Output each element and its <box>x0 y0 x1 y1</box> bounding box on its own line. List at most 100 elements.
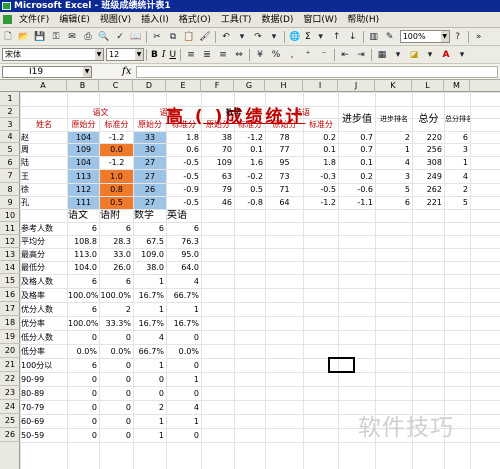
math-std[interactable]: 0.5 <box>235 184 265 196</box>
math-sub-std[interactable]: 1.8 <box>167 132 201 143</box>
total-score[interactable]: 220 <box>413 132 444 143</box>
chart-wizard-icon[interactable]: ▥ <box>367 30 381 44</box>
new-file-icon[interactable]: 🗋 <box>1 30 15 44</box>
row-header-5[interactable]: 5 <box>0 143 20 156</box>
stats-value[interactable]: 6 <box>68 275 99 288</box>
menu-edit[interactable]: 编辑(E) <box>54 12 95 27</box>
stats-label[interactable]: 80-89 <box>21 387 67 400</box>
progress-rank[interactable]: 5 <box>376 184 412 196</box>
row-header-3[interactable]: 3 <box>0 118 20 131</box>
progress-rank[interactable]: 2 <box>376 132 412 143</box>
stats-value[interactable]: 33.3% <box>100 317 133 330</box>
stats-value[interactable]: 64.0 <box>167 262 201 274</box>
math-sub-std[interactable]: -0.5 <box>167 170 201 183</box>
stats-value[interactable]: 104.0 <box>68 262 99 274</box>
row-header-2[interactable]: 2 <box>0 106 20 118</box>
menu-insert[interactable]: 插入(I) <box>136 12 174 27</box>
total-rank[interactable]: 1 <box>445 157 470 169</box>
borders-icon[interactable]: ▦ <box>375 48 389 62</box>
progress-value[interactable]: 0.2 <box>339 170 375 183</box>
english-std[interactable]: 1.8 <box>304 157 338 169</box>
stats-value[interactable]: 0 <box>68 415 99 428</box>
zoom-select[interactable]: 100% ▼ <box>399 30 450 43</box>
stats-label[interactable]: 90-99 <box>21 373 67 386</box>
english-std[interactable]: -0.5 <box>304 184 338 196</box>
stats-label[interactable]: 最低分 <box>21 262 67 274</box>
spelling-icon[interactable]: ✓ <box>113 30 127 44</box>
stats-value[interactable]: 4 <box>134 331 166 344</box>
stats-value[interactable]: 1 <box>167 373 201 386</box>
italic-button[interactable]: I <box>160 48 168 62</box>
chinese-std[interactable]: 0.8 <box>100 184 133 196</box>
header-raw-score[interactable]: 原始分 <box>68 119 99 131</box>
stats-label[interactable]: 70-79 <box>21 401 67 414</box>
column-header-H[interactable]: H <box>265 80 303 92</box>
stats-label[interactable]: 平均分 <box>21 236 67 248</box>
function-icon[interactable]: fx <box>122 66 131 77</box>
english-raw[interactable]: 95 <box>266 157 303 169</box>
stats-label[interactable]: 60-69 <box>21 415 67 428</box>
subject-header-chinese[interactable]: 语文 <box>68 107 133 118</box>
bold-button[interactable]: B <box>149 48 160 62</box>
column-header-D[interactable]: D <box>133 80 166 92</box>
stats-label[interactable]: 及格人数 <box>21 275 67 288</box>
english-raw[interactable]: 78 <box>266 132 303 143</box>
copy-icon[interactable]: ⧉ <box>166 30 180 44</box>
stats-value[interactable]: 6 <box>68 223 99 235</box>
stats-value[interactable]: 0 <box>68 331 99 344</box>
header-std-score[interactable]: 标准分 <box>167 119 201 131</box>
dropdown-arrow-icon[interactable]: ▾ <box>423 48 437 62</box>
column-header-K[interactable]: K <box>375 80 412 92</box>
stats-value[interactable]: 76.3 <box>167 236 201 248</box>
print-icon[interactable]: ⎙ <box>81 30 95 44</box>
stats-value[interactable]: 4 <box>167 275 201 288</box>
stats-value[interactable]: 4 <box>167 401 201 414</box>
header-std-score[interactable]: 标准分 <box>100 119 133 131</box>
row-header-7[interactable]: 7 <box>0 169 20 183</box>
currency-icon[interactable]: ¥ <box>253 48 267 62</box>
progress-rank[interactable]: 6 <box>376 197 412 209</box>
header-raw-score[interactable]: 原始分 <box>202 119 234 131</box>
stats-value[interactable]: 100.0% <box>68 317 99 330</box>
stats-header[interactable]: 英语 <box>167 210 201 222</box>
math-raw[interactable]: 63 <box>202 170 234 183</box>
total-score[interactable]: 308 <box>413 157 444 169</box>
decrease-decimal-icon[interactable]: ⁻ <box>317 48 331 62</box>
stats-value[interactable]: 16.7% <box>134 317 166 330</box>
stats-value[interactable]: 28.3 <box>100 236 133 248</box>
stats-value[interactable]: 1 <box>134 415 166 428</box>
sort-ascending-icon[interactable]: ↑ <box>330 30 344 44</box>
stats-value[interactable]: 16.7% <box>167 317 201 330</box>
total-rank[interactable]: 6 <box>445 132 470 143</box>
stats-value[interactable]: 0 <box>167 331 201 344</box>
row-header-22[interactable]: 22 <box>0 372 20 386</box>
total-score[interactable]: 249 <box>413 170 444 183</box>
active-cell-selection[interactable] <box>328 357 355 373</box>
student-name[interactable]: 周 <box>21 144 67 156</box>
chinese-std[interactable]: -1.2 <box>100 157 133 169</box>
underline-button[interactable]: U <box>167 48 178 62</box>
row-header-13[interactable]: 13 <box>0 248 20 261</box>
math-std[interactable]: -0.2 <box>235 170 265 183</box>
row-header-16[interactable]: 16 <box>0 288 20 302</box>
row-header-25[interactable]: 25 <box>0 414 20 428</box>
stats-value[interactable]: 0 <box>167 359 201 372</box>
stats-value[interactable]: 1 <box>134 429 166 442</box>
math-raw[interactable]: 70 <box>202 144 234 156</box>
header-name[interactable]: 姓名 <box>21 119 67 131</box>
format-painter-icon[interactable]: 🖌 <box>198 30 212 44</box>
header-progress[interactable]: 进步值 <box>339 107 375 132</box>
print-preview-icon[interactable]: 🔍 <box>97 30 111 44</box>
progress-value[interactable]: 0.7 <box>339 144 375 156</box>
english-std[interactable]: -0.3 <box>304 170 338 183</box>
permission-icon[interactable]: ⚿ <box>49 30 63 44</box>
stats-value[interactable]: 0 <box>68 387 99 400</box>
math-sub-std[interactable]: -0.5 <box>167 197 201 209</box>
chinese-std[interactable]: 0.5 <box>100 197 133 209</box>
math-std[interactable]: 1.6 <box>235 157 265 169</box>
math-raw[interactable]: 109 <box>202 157 234 169</box>
stats-value[interactable]: 6 <box>68 303 99 316</box>
chinese-std[interactable]: -1.2 <box>100 132 133 143</box>
dropdown-arrow-icon[interactable]: ▾ <box>235 30 249 44</box>
stats-value[interactable]: 6 <box>100 223 133 235</box>
